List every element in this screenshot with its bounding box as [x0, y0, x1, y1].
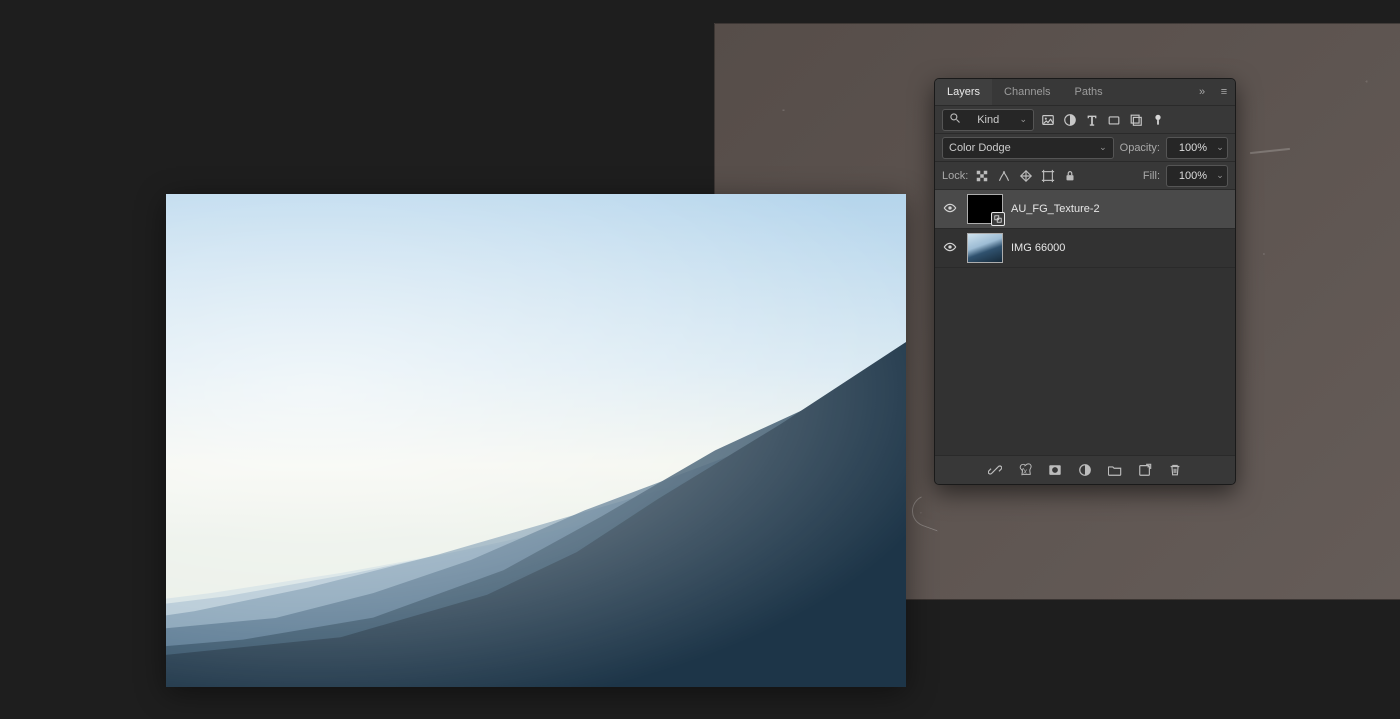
add-adjustment-icon[interactable]	[1077, 462, 1093, 478]
lock-all-icon[interactable]	[1062, 168, 1078, 184]
chevron-down-icon: ⌄	[1099, 142, 1107, 153]
opacity-value-input[interactable]: 100%	[1166, 137, 1213, 159]
layer-name[interactable]: IMG 66000	[1011, 242, 1065, 254]
filter-smartobject-icon[interactable]	[1128, 112, 1144, 128]
smart-object-badge-icon	[991, 212, 1005, 226]
tab-paths[interactable]: Paths	[1063, 79, 1115, 105]
chevron-down-icon: ⌄	[1019, 114, 1027, 125]
new-group-icon[interactable]	[1107, 462, 1123, 478]
layer-row[interactable]: IMG 66000	[935, 229, 1235, 268]
lock-image-icon[interactable]	[996, 168, 1012, 184]
lock-label: Lock:	[942, 170, 968, 182]
layers-panel-footer: fx	[935, 455, 1235, 484]
filter-color-icon[interactable]	[1150, 112, 1166, 128]
blend-mode-value: Color Dodge	[949, 142, 1011, 154]
layer-thumbnail[interactable]	[967, 194, 1003, 224]
lock-position-icon[interactable]	[1018, 168, 1034, 184]
tab-channels[interactable]: Channels	[992, 79, 1062, 105]
kind-filter-label: Kind	[977, 114, 999, 126]
tab-layers[interactable]: Layers	[935, 79, 992, 105]
lock-transparency-icon[interactable]	[974, 168, 990, 184]
svg-text:fx: fx	[1022, 469, 1028, 476]
layer-list: AU_FG_Texture-2 IMG 66000	[935, 190, 1235, 455]
layer-row[interactable]: AU_FG_Texture-2	[935, 190, 1235, 229]
panel-collapse-icon[interactable]: »	[1191, 86, 1213, 98]
fill-label[interactable]: Fill:	[1143, 170, 1160, 182]
layers-panel: Layers Channels Paths » ≡ Kind ⌄	[934, 78, 1236, 485]
layer-visibility-toggle[interactable]	[941, 240, 959, 257]
mountain-photo[interactable]	[166, 194, 906, 687]
lock-fill-row: Lock: Fill: 100% ⌄	[935, 162, 1235, 190]
workspace: Layers Channels Paths » ≡ Kind ⌄	[0, 0, 1400, 719]
layer-name[interactable]: AU_FG_Texture-2	[1011, 203, 1100, 215]
filter-pixel-icon[interactable]	[1040, 112, 1056, 128]
opacity-dropdown-button[interactable]: ⌄	[1213, 137, 1228, 159]
add-mask-icon[interactable]	[1047, 462, 1063, 478]
layer-thumbnail[interactable]	[967, 233, 1003, 263]
filter-shape-icon[interactable]	[1106, 112, 1122, 128]
kind-filter-dropdown[interactable]: Kind ⌄	[942, 109, 1034, 131]
panel-menu-icon[interactable]: ≡	[1213, 86, 1235, 98]
fill-dropdown-button[interactable]: ⌄	[1213, 165, 1228, 187]
layer-style-icon[interactable]: fx	[1017, 462, 1033, 478]
search-icon	[949, 112, 961, 127]
opacity-label[interactable]: Opacity:	[1120, 142, 1160, 154]
fill-value-input[interactable]: 100%	[1166, 165, 1213, 187]
filter-type-icon[interactable]	[1084, 112, 1100, 128]
filter-row: Kind ⌄	[935, 106, 1235, 134]
new-layer-icon[interactable]	[1137, 462, 1153, 478]
blend-opacity-row: Color Dodge ⌄ Opacity: 100% ⌄	[935, 134, 1235, 162]
link-layers-icon[interactable]	[987, 462, 1003, 478]
panel-tabbar: Layers Channels Paths » ≡	[935, 79, 1235, 106]
lock-artboard-icon[interactable]	[1040, 168, 1056, 184]
layer-visibility-toggle[interactable]	[941, 201, 959, 218]
filter-adjustment-icon[interactable]	[1062, 112, 1078, 128]
blend-mode-dropdown[interactable]: Color Dodge ⌄	[942, 137, 1114, 159]
delete-layer-icon[interactable]	[1167, 462, 1183, 478]
